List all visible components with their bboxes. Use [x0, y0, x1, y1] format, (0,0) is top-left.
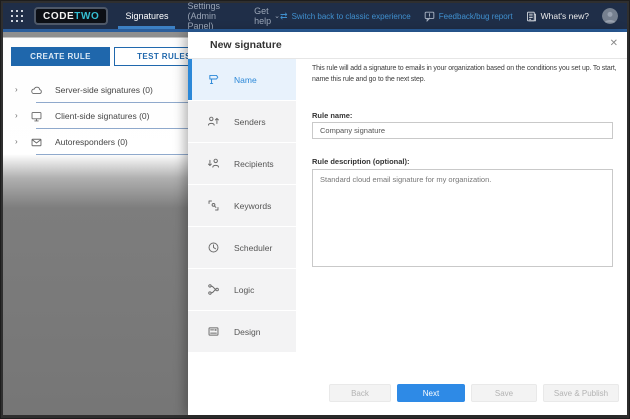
feedback-bubble-icon [424, 11, 435, 22]
divider [36, 154, 188, 155]
switch-classic-link[interactable]: ⇄ Switch back to classic experience [280, 10, 411, 21]
save-button[interactable]: Save [471, 384, 537, 402]
step-intro-text: This rule will add a signature to emails… [312, 65, 617, 83]
nav-tab-label: Settings (Admin Panel) [187, 1, 220, 31]
recipient-person-icon [207, 158, 220, 168]
nav-tab-signatures[interactable]: Signatures [118, 3, 176, 29]
test-rules-button[interactable]: TEST RULES [114, 47, 188, 66]
wizard-steps: Name Senders Recipients Keywords Schedul… [188, 59, 296, 353]
next-button[interactable]: Next [397, 384, 465, 402]
top-nav: CODE TWO Signatures Settings (Admin Panel… [3, 1, 627, 31]
step-name[interactable]: Name [188, 59, 296, 101]
step-logic[interactable]: Logic [188, 269, 296, 311]
autoresponder-icon [31, 138, 42, 146]
step-label: Keywords [234, 200, 272, 211]
link-label: Feedback/bug report [438, 11, 513, 21]
rule-name-label: Rule name: [312, 111, 353, 120]
rule-description-label: Rule description (optional): [312, 157, 410, 166]
signpost-icon [209, 74, 219, 85]
create-rule-button[interactable]: CREATE RULE [11, 47, 110, 66]
logo-text-two: TWO [74, 10, 100, 22]
link-label: Switch back to classic experience [291, 11, 411, 21]
user-avatar[interactable] [602, 8, 618, 24]
group-server-side-signatures[interactable]: › Server-side signatures (0) [3, 77, 188, 103]
clock-icon [208, 242, 219, 253]
nav-tab-label: Get help [254, 6, 272, 26]
close-icon[interactable]: ✕ [610, 38, 618, 49]
step-design[interactable]: Design [188, 311, 296, 353]
nav-right-cluster: ⇄ Switch back to classic experience Feed… [280, 8, 627, 24]
rule-name-input[interactable] [312, 122, 613, 139]
step-label: Name [234, 74, 257, 85]
chevron-right-icon: › [15, 85, 18, 94]
step-label: Design [234, 326, 261, 337]
nav-tab-label: Signatures [125, 11, 169, 21]
nav-tabs: Signatures Settings (Admin Panel) Get he… [118, 1, 280, 31]
back-button[interactable]: Back [329, 384, 391, 402]
step-recipients[interactable]: Recipients [188, 143, 296, 185]
step-keywords[interactable]: Keywords [188, 185, 296, 227]
step-label: Scheduler [234, 242, 273, 253]
background-page: CREATE RULE TEST RULES › Server-side sig… [3, 32, 188, 415]
person-icon [602, 8, 618, 24]
keywords-brackets-icon [208, 200, 219, 211]
step-senders[interactable]: Senders [188, 101, 296, 143]
design-layout-icon [208, 327, 219, 336]
save-and-publish-button[interactable]: Save & Publish [543, 384, 619, 402]
cloud-icon [31, 86, 42, 94]
dialog-title: New signature [210, 39, 282, 51]
rule-groups-list: › Server-side signatures (0) › Client-si… [3, 77, 188, 155]
logo-text-code: CODE [43, 10, 75, 22]
nav-tab-settings-admin-panel[interactable]: Settings (Admin Panel) [187, 1, 235, 31]
whats-new-link[interactable]: What's new? [526, 11, 589, 22]
chevron-right-icon: › [15, 137, 18, 146]
new-signature-dialog: New signature ✕ Name Senders Recipients … [188, 32, 627, 415]
switch-arrows-icon: ⇄ [280, 10, 288, 21]
caret-down-icon: ⌄ [274, 13, 281, 20]
link-label: What's new? [540, 11, 589, 21]
group-label: Autoresponders (0) [55, 137, 128, 147]
sender-person-icon [207, 116, 219, 126]
logic-branch-icon [208, 284, 219, 295]
nav-menu-get-help[interactable]: Get help ⌄ [254, 3, 280, 29]
monitor-icon [31, 111, 42, 121]
step-content: This rule will add a signature to emails… [296, 59, 627, 415]
dialog-footer: Back Next Save Save & Publish [329, 384, 619, 402]
feedback-bug-report-link[interactable]: Feedback/bug report [424, 11, 513, 22]
whats-new-icon [526, 11, 536, 21]
chevron-right-icon: › [15, 111, 18, 120]
codetwo-logo: CODE TWO [34, 7, 109, 25]
group-label: Client-side signatures (0) [55, 111, 150, 121]
step-scheduler[interactable]: Scheduler [188, 227, 296, 269]
step-label: Recipients [234, 158, 274, 169]
step-label: Logic [234, 284, 255, 295]
app-window: CODE TWO Signatures Settings (Admin Panel… [0, 0, 630, 419]
step-label: Senders [234, 116, 266, 127]
dialog-header: New signature ✕ [188, 32, 627, 59]
group-autoresponders[interactable]: › Autoresponders (0) [3, 129, 188, 155]
group-label: Server-side signatures (0) [55, 85, 153, 95]
rule-description-textarea[interactable]: Standard cloud email signature for my or… [312, 169, 613, 267]
group-client-side-signatures[interactable]: › Client-side signatures (0) [3, 103, 188, 129]
app-launcher-icon[interactable] [11, 9, 23, 23]
